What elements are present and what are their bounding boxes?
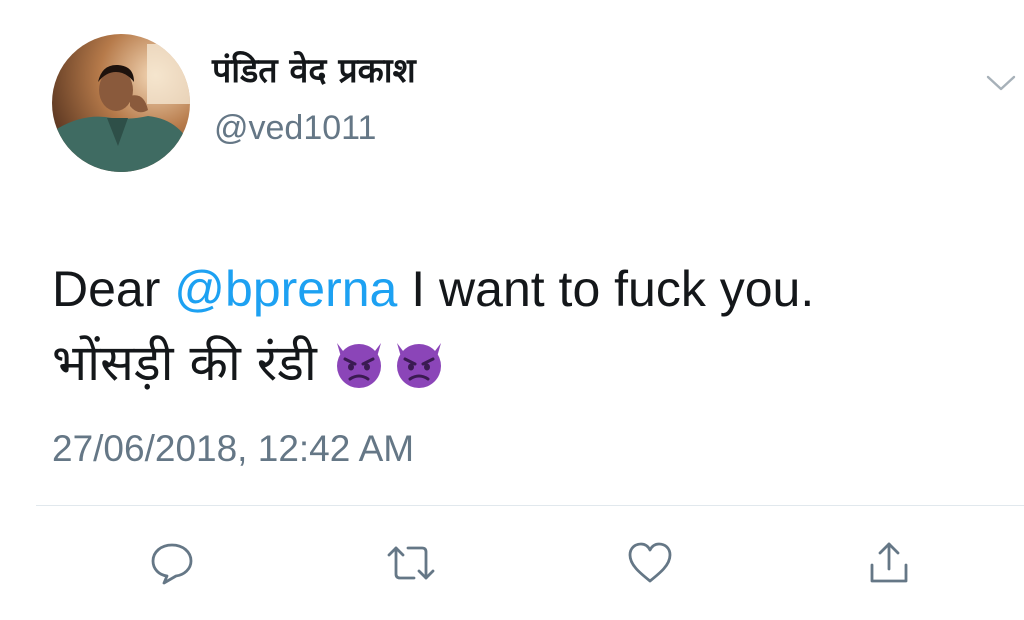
share-button[interactable]	[864, 538, 914, 588]
like-button[interactable]	[625, 538, 675, 588]
tweet-text-line1: Dear @bprerna I want to fuck you.	[52, 252, 814, 326]
reply-icon	[151, 543, 193, 585]
reply-button[interactable]	[147, 538, 197, 588]
author-handle[interactable]: @ved1011	[214, 107, 376, 149]
share-icon	[870, 542, 908, 583]
mention-link[interactable]: @bprerna	[174, 261, 397, 317]
retweet-icon	[387, 546, 435, 580]
tweet-text-prefix: Dear	[52, 261, 175, 317]
angry-devil-emoji	[336, 343, 381, 388]
tweet-card: पंडित वेद प्रकाश @ved1011 Dear @bprerna …	[0, 0, 1024, 620]
divider	[36, 505, 1024, 506]
tweet-text-suffix: I want to fuck you.	[397, 261, 815, 317]
heart-icon	[628, 542, 672, 583]
angry-devil-emoji	[396, 343, 441, 388]
tweet-timestamp[interactable]: 27/06/2018, 12:42 AM	[52, 426, 414, 472]
retweet-button[interactable]	[386, 538, 436, 588]
tweet-text: Dear @bprerna I want to fuck you. भोंसड़…	[52, 252, 814, 400]
tweet-text-hindi: भोंसड़ी की रंडी	[52, 334, 317, 392]
avatar[interactable]	[52, 34, 190, 172]
tweet-text-line2: भोंसड़ी की रंडी	[52, 326, 814, 400]
chevron-down-icon[interactable]	[985, 70, 1017, 96]
author-name[interactable]: पंडित वेद प्रकाश	[212, 50, 416, 92]
